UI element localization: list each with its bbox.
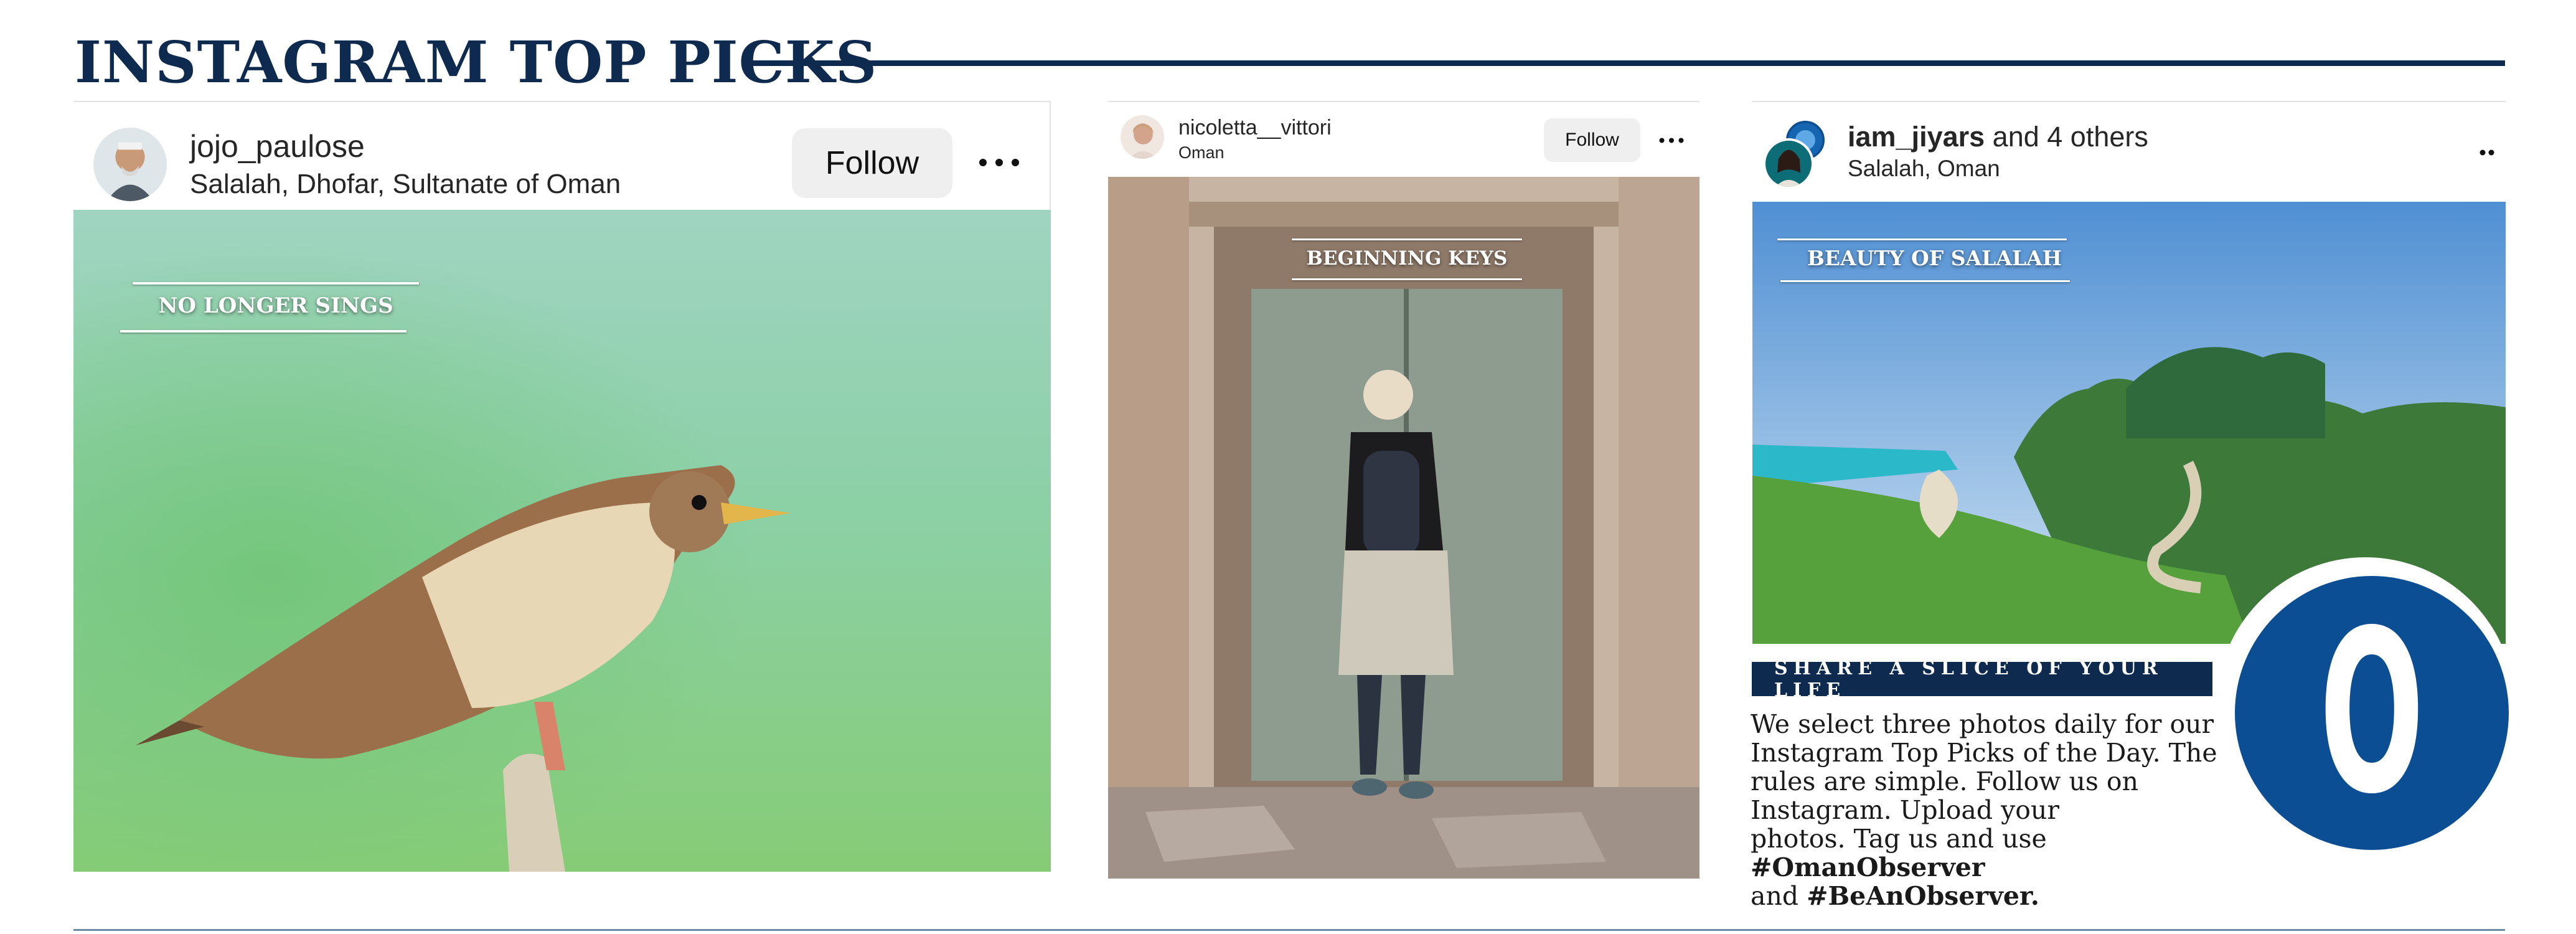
share-banner: SHARE A SLICE OF YOUR LIFE: [1752, 658, 2212, 701]
bottom-rule: [73, 929, 2505, 931]
info-line-3: rules are simple. Follow us on: [1751, 767, 2139, 796]
post-2-more-options-icon[interactable]: [1656, 131, 1687, 149]
post-2-username[interactable]: nicoletta__vittori: [1178, 114, 1332, 141]
post-1-avatar-image: [93, 128, 167, 201]
post-3-caption: BEAUTY OF SALALAH: [1807, 246, 2062, 270]
hashtag-be-an-observer[interactable]: #BeAnObserver.: [1807, 881, 2039, 911]
post-1-avatar[interactable]: [93, 128, 167, 201]
title-rule: [745, 60, 2505, 66]
post-1-caption-rule-bottom: [120, 330, 407, 333]
info-line-2: Instagram Top Picks of the Day. The: [1751, 738, 2217, 768]
post-2-follow-button[interactable]: Follow: [1544, 118, 1640, 162]
post-3-username-handle[interactable]: iam_jiyars: [1848, 121, 1985, 153]
info-line-4: Instagram. Upload your: [1751, 795, 2059, 825]
info-line-6: and #BeAnObserver.: [1751, 882, 2236, 910]
post-3-username[interactable]: iam_jiyars and 4 others: [1848, 120, 2148, 154]
post-1-more-options-icon[interactable]: [974, 147, 1024, 178]
info-line-6-text: and: [1751, 881, 1807, 911]
info-line-1: We select three photos daily for our: [1751, 709, 2214, 739]
hashtag-oman-observer[interactable]: #OmanObserver: [1751, 852, 1985, 882]
logo-letter: O: [2319, 582, 2425, 843]
info-line-5: photos. Tag us and use #OmanObserver: [1751, 824, 2236, 882]
info-description: We select three photos daily for our Ins…: [1751, 710, 2236, 910]
info-line-5-text: photos. Tag us and use: [1751, 824, 2047, 854]
post-2-location[interactable]: Oman: [1178, 141, 1225, 164]
post-3-caption-rule-bottom: [1780, 280, 2070, 282]
post-2-avatar[interactable]: [1121, 115, 1164, 159]
door-photo: [1108, 177, 1699, 879]
post-2-caption-rule-bottom: [1292, 278, 1522, 280]
post-3-username-suffix: and 4 others: [1985, 121, 2148, 153]
post-1-caption: NO LONGER SINGS: [158, 293, 393, 318]
post-3-caption-rule-top: [1777, 238, 2067, 240]
post-2-avatar-image: [1121, 115, 1164, 159]
post-1-username[interactable]: jojo_paulose: [190, 128, 365, 165]
post-2-caption: BEGINNING KEYS: [1306, 247, 1508, 270]
post-1-follow-button[interactable]: Follow: [792, 128, 952, 198]
post-3-more-options-icon[interactable]: [2475, 146, 2499, 159]
post-2-photo[interactable]: [1108, 177, 1699, 879]
post-3-avatar-image: [1765, 141, 1812, 187]
post-3-location[interactable]: Salalah, Oman: [1848, 154, 2000, 183]
post-3-avatar[interactable]: [1763, 138, 1814, 189]
post-1-caption-rule-top: [133, 282, 419, 285]
post-1-location[interactable]: Salalah, Dhofar, Sultanate of Oman: [190, 167, 621, 202]
post-2-caption-rule-top: [1292, 238, 1522, 240]
